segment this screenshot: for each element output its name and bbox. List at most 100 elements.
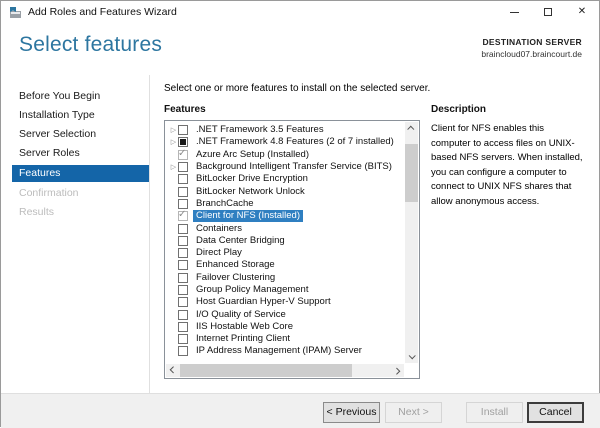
feature-label: Background Intelligent Transfer Service … xyxy=(196,161,392,173)
expand-arrow-icon[interactable]: ▷ xyxy=(169,138,178,147)
scroll-up-arrow-icon[interactable] xyxy=(405,122,418,135)
next-button: Next > xyxy=(385,402,442,423)
install-button: Install xyxy=(466,402,523,423)
sidebar-item-server-roles[interactable]: Server Roles xyxy=(1,144,149,163)
feature-checkbox-unchecked[interactable] xyxy=(178,285,188,295)
feature-row[interactable]: Internet Printing Client xyxy=(166,333,404,345)
feature-row[interactable]: Client for NFS (Installed) xyxy=(166,209,404,223)
feature-label: Host Guardian Hyper-V Support xyxy=(196,296,331,308)
features-column-label: Features xyxy=(164,104,206,115)
minimize-icon xyxy=(509,11,519,13)
previous-button[interactable]: < Previous xyxy=(323,402,380,423)
feature-row[interactable]: BitLocker Network Unlock xyxy=(166,185,404,197)
instruction-text: Select one or more features to install o… xyxy=(164,83,431,94)
feature-checkbox-unchecked[interactable] xyxy=(178,125,188,136)
feature-row[interactable]: Enhanced Storage xyxy=(166,259,404,271)
expand-arrow-icon[interactable]: ▷ xyxy=(169,163,178,172)
feature-label: Failover Clustering xyxy=(196,271,276,283)
feature-label: .NET Framework 3.5 Features xyxy=(196,124,324,136)
feature-checkbox-unchecked[interactable] xyxy=(178,248,188,259)
cancel-button[interactable]: Cancel xyxy=(527,402,584,423)
features-list: ▷ .NET Framework 3.5 Features ▷ .NET Framew… xyxy=(164,120,420,379)
feature-row[interactable]: Containers xyxy=(166,222,404,234)
horizontal-scrollbar[interactable] xyxy=(166,364,404,377)
sidebar-item-installation-type[interactable]: Installation Type xyxy=(1,106,149,125)
feature-row[interactable]: Failover Clustering xyxy=(166,272,404,284)
feature-label: IP Address Management (IPAM) Server xyxy=(196,345,362,357)
feature-checkbox-unchecked[interactable] xyxy=(178,297,188,308)
description-text: Client for NFS enables this computer to … xyxy=(431,123,583,207)
feature-checkbox-checked[interactable] xyxy=(178,209,188,222)
feature-checkbox-unchecked[interactable] xyxy=(178,309,188,320)
page-title: Select features xyxy=(19,33,163,56)
feature-label: IIS Hostable Web Core xyxy=(196,320,293,332)
feature-row[interactable]: Azure Arc Setup (Installed) xyxy=(166,148,404,161)
footer-button-bar: < Previous Next > Install Cancel xyxy=(1,394,600,428)
sidebar-item-results: Results xyxy=(19,206,55,218)
feature-row[interactable]: ▷ .NET Framework 3.5 Features xyxy=(166,124,404,136)
feature-checkbox-partial[interactable] xyxy=(178,137,188,148)
feature-row[interactable]: Host Guardian Hyper-V Support xyxy=(166,296,404,308)
feature-row[interactable]: BranchCache xyxy=(166,198,404,210)
features-list-rows: ▷ .NET Framework 3.5 Features ▷ .NET Framew… xyxy=(166,124,404,358)
destination-server-block: DESTINATION SERVER braincloud07.braincou… xyxy=(481,37,582,59)
destination-server-name: braincloud07.braincourt.de xyxy=(481,49,582,59)
server-manager-icon xyxy=(9,6,22,18)
vertical-scrollbar-thumb[interactable] xyxy=(405,144,418,202)
feature-checkbox-unchecked[interactable] xyxy=(178,321,188,332)
minimize-button[interactable] xyxy=(497,1,531,23)
feature-row[interactable]: BitLocker Drive Encryption xyxy=(166,173,404,185)
feature-checkbox-unchecked[interactable] xyxy=(178,272,188,283)
expand-arrow-icon[interactable]: ▷ xyxy=(169,126,178,135)
feature-checkbox-unchecked[interactable] xyxy=(178,223,188,234)
sidebar-item-server-selection[interactable]: Server Selection xyxy=(1,125,149,144)
feature-row[interactable]: Data Center Bridging xyxy=(166,235,404,247)
feature-row[interactable]: IIS Hostable Web Core xyxy=(166,321,404,333)
feature-checkbox-unchecked[interactable] xyxy=(178,346,188,357)
feature-label: Data Center Bridging xyxy=(196,234,285,246)
feature-row[interactable]: Group Policy Management xyxy=(166,284,404,296)
feature-label: Group Policy Management xyxy=(196,284,309,295)
wizard-steps: Before You Begin Installation Type Server … xyxy=(1,87,149,222)
close-icon: ✕ xyxy=(577,6,587,17)
vertical-scrollbar[interactable] xyxy=(405,122,418,363)
feature-label: BranchCache xyxy=(196,197,254,209)
feature-label: Azure Arc Setup (Installed) xyxy=(196,148,309,160)
add-roles-features-wizard-window: { "window": { "title": "Add Roles and Fe… xyxy=(0,0,600,428)
feature-label: BitLocker Network Unlock xyxy=(196,185,305,197)
feature-checkbox-unchecked[interactable] xyxy=(178,186,188,197)
horizontal-scrollbar-thumb[interactable] xyxy=(180,364,352,377)
feature-checkbox-unchecked[interactable] xyxy=(178,162,188,173)
feature-checkbox-unchecked[interactable] xyxy=(178,235,188,246)
feature-checkbox-checked[interactable] xyxy=(178,148,188,160)
sidebar-item-features[interactable]: Features xyxy=(12,165,149,182)
scroll-down-arrow-icon[interactable] xyxy=(405,350,418,363)
feature-label: Enhanced Storage xyxy=(196,259,275,271)
partial-check-icon xyxy=(180,139,186,146)
close-button[interactable]: ✕ xyxy=(565,1,599,23)
sidebar-item-confirmation: Confirmation xyxy=(19,187,79,199)
title-bar: Add Roles and Features Wizard ✕ xyxy=(1,1,599,23)
feature-row[interactable]: IP Address Management (IPAM) Server xyxy=(166,345,404,357)
destination-server-label: DESTINATION SERVER xyxy=(482,37,582,47)
feature-checkbox-unchecked[interactable] xyxy=(178,260,188,271)
scroll-left-arrow-icon[interactable] xyxy=(166,364,179,377)
maximize-button[interactable] xyxy=(531,1,565,23)
description-column-label: Description xyxy=(431,104,487,115)
feature-label: Client for NFS (Installed) xyxy=(193,210,304,223)
feature-row[interactable]: ▷ Background Intelligent Transfer Service… xyxy=(166,161,404,173)
feature-label: .NET Framework 4.8 Features (2 of 7 inst… xyxy=(196,136,394,148)
feature-checkbox-unchecked[interactable] xyxy=(178,198,188,209)
feature-row[interactable]: ▷ .NET Framework 4.8 Features (2 of 7 ins… xyxy=(166,136,404,148)
feature-label: Internet Printing Client xyxy=(196,333,290,345)
feature-checkbox-unchecked[interactable] xyxy=(178,334,188,345)
feature-checkbox-unchecked[interactable] xyxy=(178,174,188,185)
feature-label: Direct Play xyxy=(196,247,242,259)
sidebar-divider xyxy=(149,75,150,393)
sidebar-item-before-you-begin[interactable]: Before You Begin xyxy=(1,87,149,106)
window-title: Add Roles and Features Wizard xyxy=(28,6,177,18)
maximize-icon xyxy=(544,8,552,16)
feature-row[interactable]: Direct Play xyxy=(166,247,404,259)
scroll-right-arrow-icon[interactable] xyxy=(391,364,404,377)
feature-row[interactable]: I/O Quality of Service xyxy=(166,308,404,320)
